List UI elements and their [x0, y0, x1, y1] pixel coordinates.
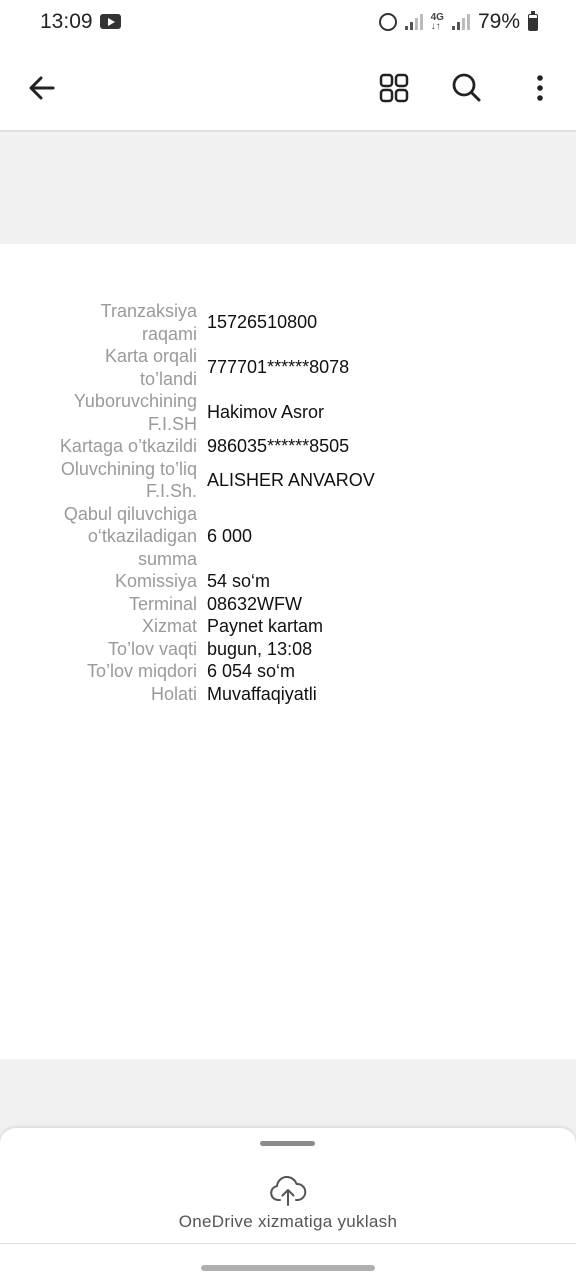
receipt-row: Komissiya 54 so‘m [0, 570, 576, 593]
receipt-row-value: Hakimov Asror [207, 402, 325, 423]
receipt-row-label: Yuboruvchining F.I.SH [0, 390, 207, 435]
receipt-row: Xizmat Paynet kartam [0, 615, 576, 638]
receipt-row-label: Holati [0, 683, 207, 706]
grid-view-button[interactable] [376, 70, 412, 106]
back-button[interactable] [24, 70, 60, 106]
cloud-upload-icon [270, 1176, 307, 1206]
receipt-row-label: Tranzaksiya raqami [0, 300, 207, 345]
more-options-button[interactable] [522, 70, 558, 106]
signal-icon-2 [451, 14, 470, 30]
receipt-row-value: 6 054 so‘m [207, 661, 296, 681]
upload-onedrive-label[interactable]: OneDrive xizmatiga yuklash [0, 1212, 576, 1232]
receipt-row-label-line: to’landi [139, 368, 197, 389]
divider [0, 1243, 576, 1244]
gesture-nav-bar[interactable] [201, 1265, 375, 1271]
back-arrow-icon [29, 76, 55, 100]
more-vert-icon [537, 75, 543, 101]
receipt-details: Tranzaksiya raqami 15726510800 Karta orqali… [0, 300, 576, 705]
receipt-row-label: To’lov vaqti [0, 638, 207, 661]
receipt-row-label: Qabul qiluvchiga o‘tkaziladigan summa [0, 503, 207, 571]
receipt-row-label: Xizmat [0, 615, 207, 638]
receipt-row-label-line: Tranzaksiya [100, 301, 197, 321]
upload-onedrive-button[interactable] [268, 1175, 308, 1207]
receipt-row-label-line: F.I.SH [147, 413, 197, 434]
receipt-row-value: 777701******8078 [207, 357, 350, 378]
status-icons: 4G ↓↑ 79% [378, 10, 538, 34]
app-bar [0, 46, 576, 130]
battery-icon [528, 10, 538, 31]
search-icon [452, 73, 481, 102]
receipt-row-value: Muvaffaqiyatli [207, 683, 317, 704]
receipt-row-label: Terminal [0, 593, 207, 616]
receipt-row-value: 986035******8505 [207, 436, 350, 456]
receipt-row: Tranzaksiya raqami 15726510800 [0, 300, 576, 345]
receipt-row: Terminal 08632WFW [0, 593, 576, 616]
signal-icon [404, 14, 423, 30]
receipt-row-label-line: To’lov miqdori [86, 661, 197, 681]
battery-percent: 79% [477, 10, 520, 33]
receipt-row: Karta orqali to’landi 777701******8078 [0, 345, 576, 390]
receipt-row-label-line: summa [137, 548, 197, 569]
receipt-row-label-line: Oluvchining to’liq [60, 458, 197, 479]
receipt-row-value: 6 000 [207, 526, 253, 546]
youtube-icon [100, 14, 121, 29]
receipt-row-label-line: Karta orqali [104, 346, 197, 366]
receipt-row: To’lov vaqti bugun, 13:08 [0, 638, 576, 661]
receipt-row-value: 15726510800 [207, 312, 318, 333]
receipt-row-label: To’lov miqdori [0, 660, 207, 683]
status-time: 13:09 [40, 10, 93, 33]
receipt-row-label-line: Yuboruvchining [73, 391, 197, 411]
receipt-row-value: ALISHER ANVAROV [207, 469, 375, 490]
receipt-row-label-line: Holati [150, 683, 197, 704]
receipt-row: Holati Muvaffaqiyatli [0, 683, 576, 706]
receipt-row-label-line: To’lov vaqti [107, 638, 197, 659]
receipt-row-label: Karta orqali to’landi [0, 345, 207, 390]
receipt-row-label-line: F.I.Sh. [145, 481, 197, 501]
receipt-row: Qabul qiluvchiga o‘tkaziladigan summa 6 000 [0, 503, 576, 571]
alarm-icon [378, 13, 397, 31]
receipt-row-label: Oluvchining to’liq F.I.Sh. [0, 458, 207, 503]
receipt-row-value: 54 so‘m [207, 571, 271, 591]
receipt-row-label-line: Qabul qiluvchiga [63, 503, 197, 524]
receipt-row-value: Paynet kartam [207, 616, 324, 636]
receipt-row: Oluvchining to’liq F.I.Sh. ALISHER ANVAROV [0, 458, 576, 503]
receipt-row-label-line: Xizmat [141, 616, 197, 636]
receipt-row-label-line: o‘tkaziladigan [87, 526, 197, 546]
receipt-row: Kartaga o’tkazildi 986035******8505 [0, 435, 576, 458]
4g-icon: 4G ↓↑ [430, 12, 444, 32]
receipt-row-label: Komissiya [0, 570, 207, 593]
page-top-margin [0, 132, 576, 244]
receipt-row-label-line: Komissiya [114, 571, 197, 591]
receipt-row: To’lov miqdori 6 054 so‘m [0, 660, 576, 683]
receipt-row-label-line: Terminal [128, 593, 197, 614]
sheet-drag-handle[interactable] [260, 1141, 315, 1146]
receipt-row-label-line: raqami [141, 323, 197, 344]
receipt-page: Tranzaksiya raqami 15726510800 Karta orqali… [0, 244, 576, 1059]
receipt-row: Yuboruvchining F.I.SH Hakimov Asror [0, 390, 576, 435]
bottom-sheet: OneDrive xizmatiga yuklash [0, 1128, 576, 1280]
grid-view-icon [379, 73, 409, 103]
receipt-row-label: Kartaga o’tkazildi [0, 435, 207, 458]
search-button[interactable] [448, 70, 484, 106]
receipt-row-value: bugun, 13:08 [207, 638, 313, 659]
receipt-row-label-line: Kartaga o’tkazildi [59, 436, 197, 456]
status-bar: 13:09 4G ↓↑ 79% [0, 0, 576, 46]
receipt-row-value: 08632WFW [207, 593, 303, 614]
